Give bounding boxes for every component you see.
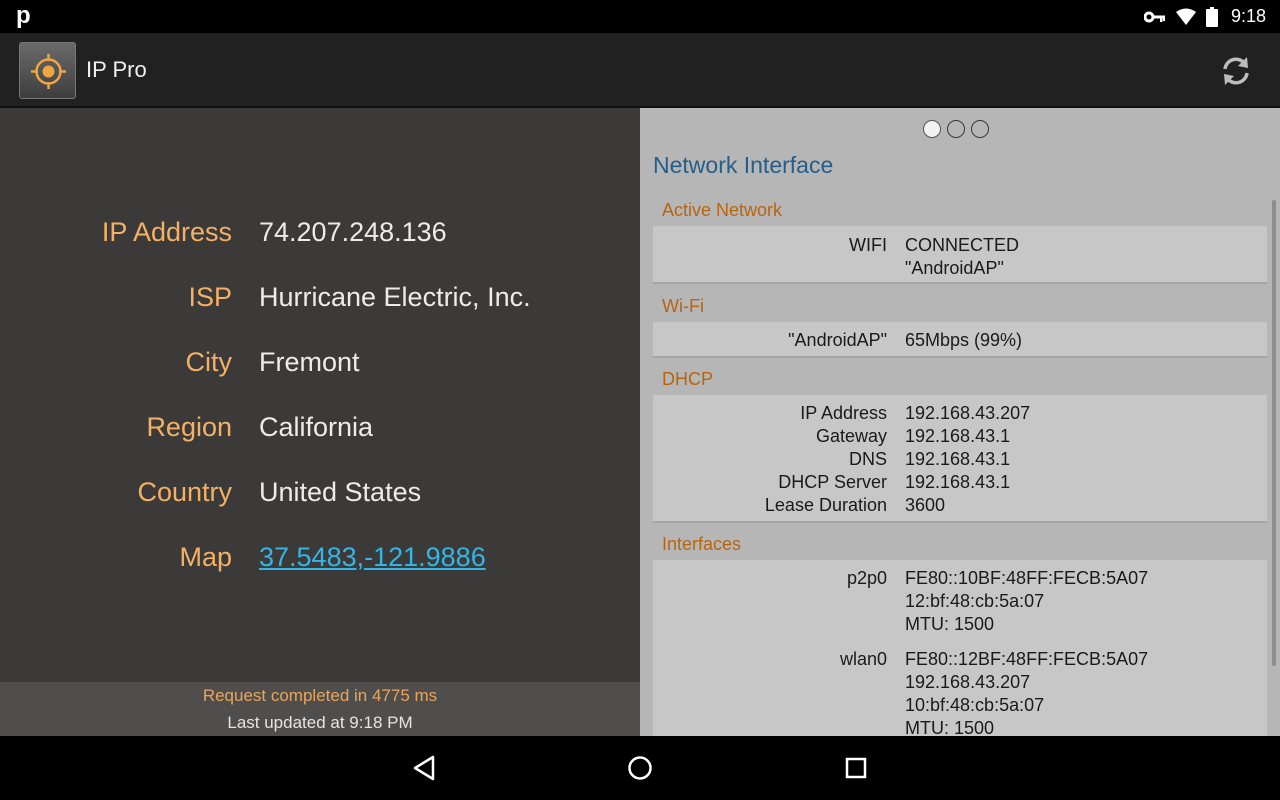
refresh-button[interactable] [1216,51,1256,91]
wifi-icon [1175,8,1196,25]
recents-button[interactable] [840,752,872,784]
action-bar: IP Pro [0,33,1280,108]
dhcp-value: 3600 [905,495,946,515]
last-updated-text: Last updated at 9:18 PM [227,713,413,732]
recents-icon [845,757,867,779]
dhcp-key: Gateway [815,426,887,446]
refresh-icon [1223,57,1249,85]
request-status-footer: Request completed in 4775 ms Last update… [0,682,640,736]
city-value: Fremont [259,347,360,377]
crosshair-icon[interactable] [19,42,76,99]
interfaces-header: Interfaces [662,534,742,554]
map-row: Map 37.5483,-121.9886 [0,542,640,582]
dhcp-value: 192.168.43.1 [905,426,1011,446]
region-row: Region California [0,412,640,452]
region-label: Region [146,412,232,442]
interface-ipv6: FE80::12BF:48FF:FECB:5A07 [905,649,1149,669]
map-label: Map [179,542,232,572]
home-icon [628,756,652,780]
dhcp-value: 192.168.43.1 [905,472,1011,492]
isp-label: ISP [188,282,232,312]
status-bar: p 9:18 [0,0,1280,33]
interface-mac: 12:bf:48:cb:5a:07 [905,591,1045,611]
dhcp-value: 192.168.43.1 [905,449,1011,469]
isp-row: ISP Hurricane Electric, Inc. [0,282,640,322]
city-row: City Fremont [0,347,640,387]
navigation-bar [0,736,1280,800]
app-title: IP Pro [86,57,147,82]
active-network-key: WIFI [849,235,887,255]
active-network-header: Active Network [662,200,783,220]
wifi-card: "AndroidAP" 65Mbps (99%) [653,322,1267,358]
clock: 9:18 [1230,6,1266,26]
vpn-key-icon [1143,11,1165,22]
page-indicator[interactable] [923,120,989,138]
country-row: Country United States [0,477,640,517]
active-network-status: CONNECTED [905,235,1020,255]
country-value: United States [259,477,422,507]
ip-address-row: IP Address 74.207.248.136 [0,217,640,257]
ip-address-label: IP Address [101,217,232,247]
interface-name: p2p0 [846,568,887,588]
page-dot-1[interactable] [923,120,941,138]
wifi-speed: 65Mbps (99%) [905,330,1023,350]
wifi-header: Wi-Fi [662,296,704,316]
status-icons: 9:18 [1143,0,1266,33]
isp-value: Hurricane Electric, Inc. [259,282,531,312]
section-title: Network Interface [653,152,834,178]
map-coordinates-link[interactable]: 37.5483,-121.9886 [259,542,486,573]
active-network-ssid: "AndroidAP" [905,258,1004,278]
interface-mtu: MTU: 1500 [905,614,995,634]
interface-name: wlan0 [839,649,887,669]
city-label: City [185,347,233,377]
country-label: Country [137,477,232,507]
dhcp-value: 192.168.43.207 [905,403,1031,423]
dhcp-key: DNS [848,449,887,469]
ip-address-value: 74.207.248.136 [259,217,447,247]
region-value: California [259,412,374,442]
interface-ipv6: FE80::10BF:48FF:FECB:5A07 [905,568,1149,588]
home-button[interactable] [624,752,656,784]
dhcp-card: IP Address 192.168.43.207 Gateway 192.16… [653,395,1267,523]
scrollbar[interactable] [1272,200,1276,666]
dhcp-key: DHCP Server [778,472,887,492]
interface-mac: 10:bf:48:cb:5a:07 [905,695,1045,715]
dhcp-header: DHCP [662,369,714,389]
interface-mtu: MTU: 1500 [905,718,995,736]
active-network-card: WIFI CONNECTED "AndroidAP" [653,226,1267,284]
battery-icon [1205,6,1218,27]
dhcp-key: Lease Duration [764,495,887,515]
interface-ipv4: 192.168.43.207 [905,672,1031,692]
notification-p-icon: p [16,2,31,29]
dhcp-key: IP Address [800,403,887,423]
back-button[interactable] [408,752,440,784]
back-icon [413,755,435,781]
wifi-ssid: "AndroidAP" [788,330,887,350]
ip-info-panel: IP Address 74.207.248.136 ISP Hurricane … [0,108,640,682]
network-interface-panel[interactable]: Network Interface Active Network WIFI CO… [640,108,1280,736]
request-status-text: Request completed in 4775 ms [202,686,438,705]
page-dot-3[interactable] [971,120,989,138]
page-dot-2[interactable] [947,120,965,138]
interfaces-card: p2p0 FE80::10BF:48FF:FECB:5A07 12:bf:48:… [653,560,1267,736]
